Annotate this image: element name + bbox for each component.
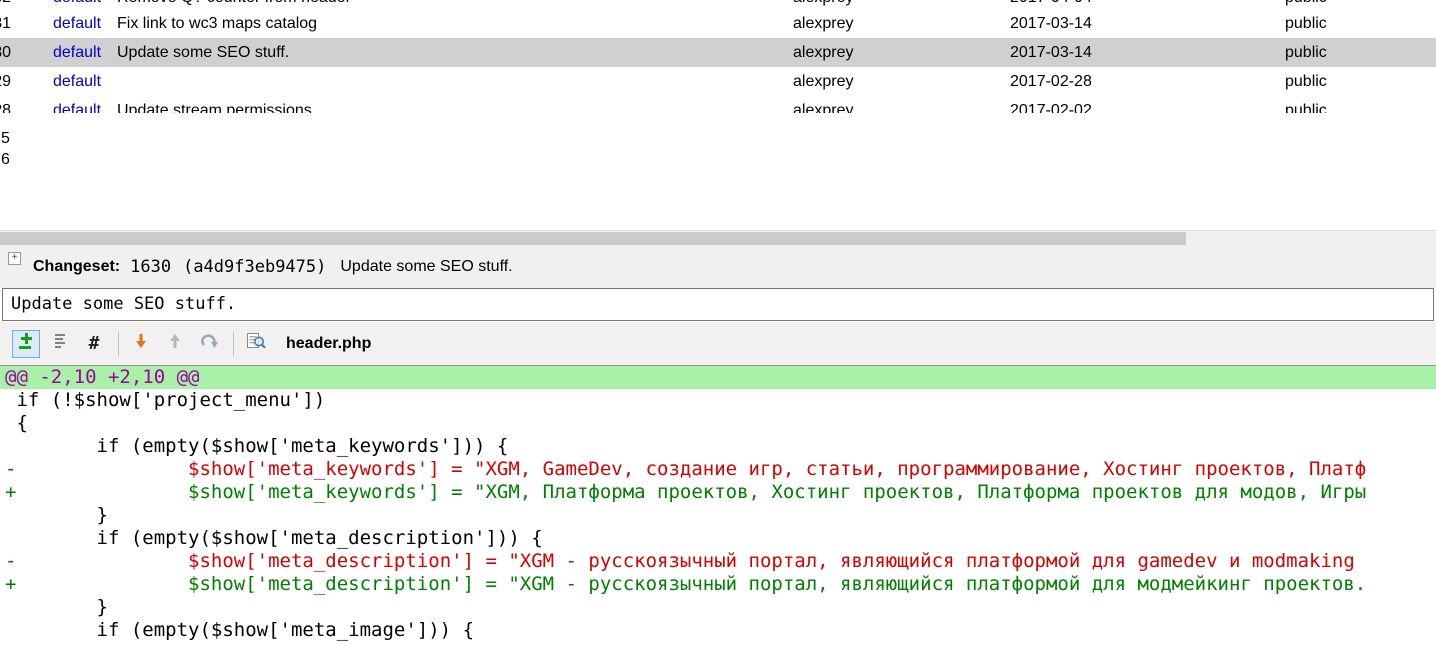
table-row-clipped: 1628 default Update stream permissions a…: [0, 96, 1436, 113]
date: 2017-03-14: [1010, 44, 1092, 61]
expander-icon[interactable]: +: [8, 252, 21, 265]
prev-diff-button[interactable]: [161, 330, 189, 358]
scrollbar-thumb[interactable]: [0, 232, 1186, 245]
phase: public: [1285, 0, 1436, 9]
changeset-label: Changeset:: [33, 257, 121, 275]
author: alexprey: [793, 102, 854, 113]
changeset-list: 1632 default Remove Q? counter from head…: [0, 0, 1436, 113]
branch-label: default: [53, 102, 102, 113]
changeset-header: + Changeset: 1630 (a4d9f3eb9475) Update …: [0, 245, 1436, 288]
date: 2017-03-14: [1010, 15, 1092, 32]
clipped-rev-digit: 6: [1, 151, 10, 168]
tortoisehg-workbench: 1632 default Remove Q? counter from head…: [0, 0, 1436, 645]
rev-number: 1632: [0, 0, 14, 9]
branch-label: default: [53, 73, 102, 90]
annotate-file-button[interactable]: [242, 330, 270, 358]
date: 2017-04-04: [1010, 0, 1285, 9]
clipped-rev-digit: 5: [1, 130, 10, 147]
commit-summary: [115, 67, 793, 96]
diff-line-context: }: [5, 504, 108, 526]
next-diff-icon: [132, 332, 150, 355]
phase: public: [1285, 102, 1327, 113]
table-row[interactable]: 1631 default Fix link to wc3 maps catalo…: [0, 9, 1436, 38]
diff-line-added: + $show['meta_keywords'] = "XGM, Платфор…: [5, 481, 1367, 503]
rev-number: 1628: [0, 102, 11, 113]
author: alexprey: [793, 0, 1010, 9]
file-toolbar: # header.php: [0, 322, 1436, 365]
table-row-selected[interactable]: 1630 default Update some SEO stuff. alex…: [0, 38, 1436, 67]
author: alexprey: [793, 73, 854, 90]
file-list-icon: [53, 332, 67, 355]
diff-line-context: if (empty($show['meta_image'])) {: [5, 619, 475, 641]
redo-button[interactable]: [195, 330, 223, 358]
hunk-header: @@ -2,10 +2,10 @@: [0, 366, 1436, 389]
changeset-summary: Update some SEO stuff.: [340, 257, 513, 275]
diff-line-context: if (!$show['project_menu']): [5, 389, 326, 411]
phase: public: [1285, 15, 1327, 32]
branch-label: default: [53, 15, 102, 32]
diff-mode-button[interactable]: [12, 329, 40, 358]
diff-line-removed: - $show['meta_description'] = "XGM - рус…: [5, 550, 1367, 572]
author: alexprey: [793, 44, 854, 61]
diff-line-context: {: [5, 412, 28, 434]
rev-number: 1631: [0, 15, 11, 32]
changeset-rev: 1630: [130, 256, 172, 277]
redo-icon: [200, 332, 218, 355]
table-row[interactable]: 1632 default Remove Q? counter from head…: [0, 0, 1436, 9]
next-diff-button[interactable]: [127, 330, 155, 358]
commit-summary: Fix link to wc3 maps catalog: [117, 15, 318, 32]
diff-line-context: if (empty($show['meta_keywords'])) {: [5, 435, 509, 457]
phase: public: [1285, 73, 1327, 90]
annotate-file-icon: [246, 332, 266, 355]
diff-line-added: + $show['meta_description'] = "XGM - рус…: [5, 573, 1367, 595]
branch-label: default: [53, 44, 102, 61]
diff-mode-icon: [17, 332, 35, 355]
date: 2017-02-28: [1010, 73, 1092, 90]
toolbar-separator: [118, 331, 119, 356]
table-row[interactable]: 1628 default Update stream permissions a…: [0, 96, 1436, 113]
commit-summary: Update some SEO stuff.: [117, 44, 290, 61]
changeset-hash: (a4d9f3eb9475): [183, 256, 327, 277]
diff-line-context: if (empty($show['meta_description'])) {: [5, 527, 543, 549]
goto-line-button[interactable]: #: [80, 330, 108, 358]
rev-number: 1630: [0, 44, 11, 61]
commit-summary: Update stream permissions: [117, 102, 312, 113]
table-row-clipped: 1632 default Remove Q? counter from head…: [0, 0, 1436, 9]
phase: public: [1285, 44, 1327, 61]
date: 2017-02-02: [1010, 102, 1092, 113]
diff-line-context: }: [5, 596, 108, 618]
diff-line-removed: - $show['meta_keywords'] = "XGM, GameDev…: [5, 458, 1367, 480]
commit-message-box[interactable]: Update some SEO stuff.: [2, 288, 1434, 321]
diff-view[interactable]: @@ -2,10 +2,10 @@ if (!$show['project_me…: [0, 365, 1436, 645]
prev-diff-icon: [166, 332, 184, 355]
branch-label: default: [14, 0, 115, 9]
commit-summary: Remove Q? counter from header: [115, 0, 793, 9]
horizontal-scrollbar[interactable]: [0, 230, 1436, 245]
current-filename: header.php: [286, 334, 372, 352]
file-list-button[interactable]: [46, 330, 74, 358]
author: alexprey: [793, 15, 854, 32]
toolbar-separator: [233, 331, 234, 356]
rev-number: 1629: [0, 73, 11, 90]
hash-icon: #: [88, 333, 100, 354]
table-row[interactable]: 1629 default alexprey 2017-02-28 public: [0, 67, 1436, 96]
